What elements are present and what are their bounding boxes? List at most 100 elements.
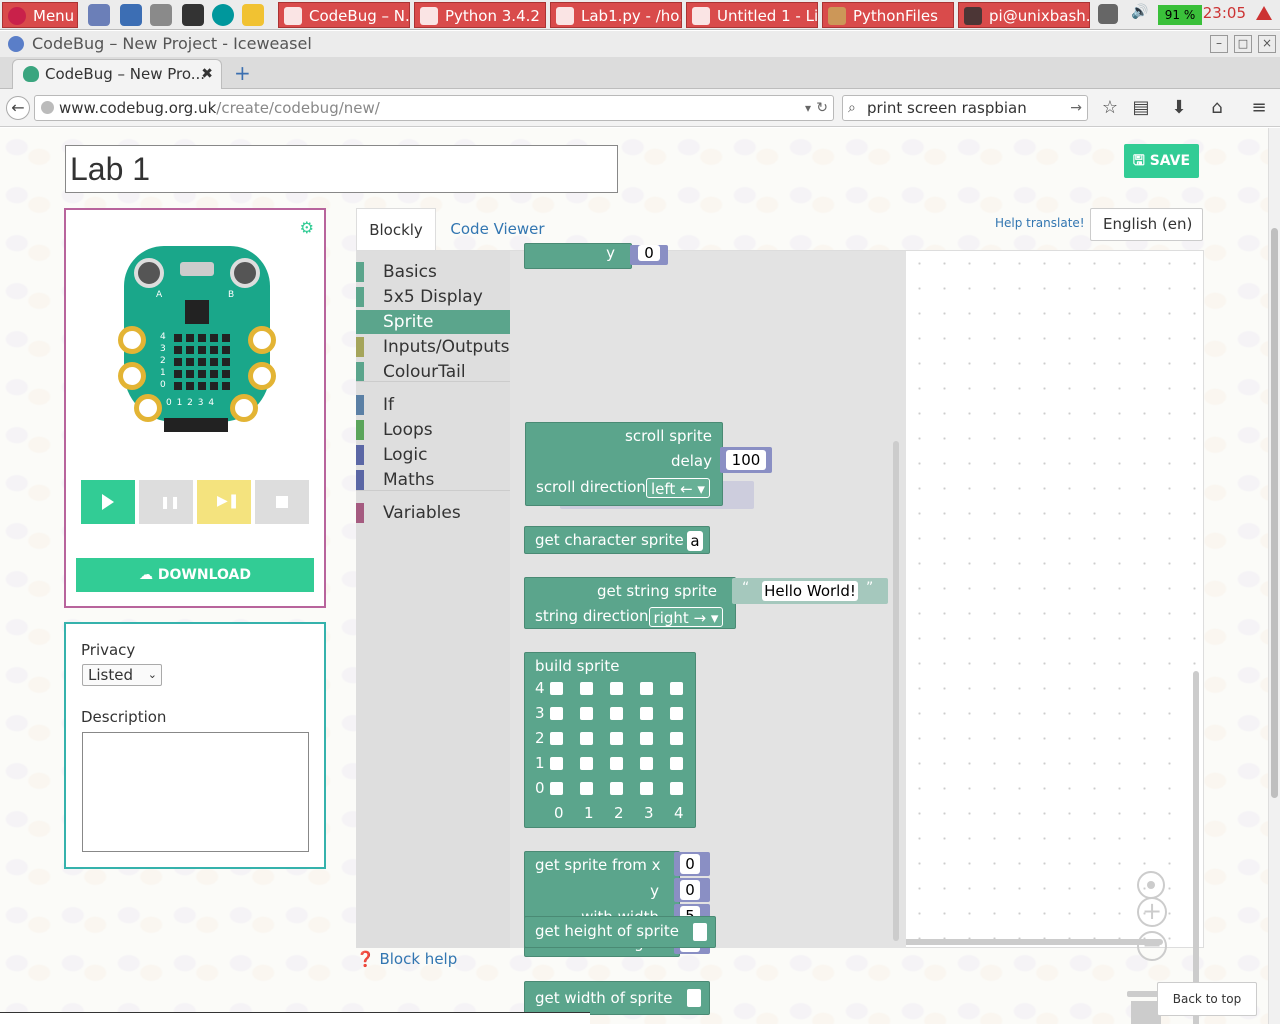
play-button[interactable] <box>81 480 135 524</box>
search-input[interactable]: ⌕ print screen raspbian → <box>842 95 1088 121</box>
pixel-checkbox[interactable] <box>580 707 593 720</box>
back-to-top-button[interactable]: Back to top <box>1157 982 1257 1016</box>
category-inputs-outputs[interactable]: Inputs/Outputs <box>356 335 510 359</box>
home-icon[interactable]: ⌂ <box>1206 97 1228 118</box>
close-icon[interactable]: × <box>1258 35 1276 53</box>
file-manager-icon[interactable] <box>150 4 172 26</box>
pause-button[interactable]: ❚❚ <box>139 480 193 524</box>
pixel-checkbox[interactable] <box>580 782 593 795</box>
pixel-checkbox[interactable] <box>550 732 563 745</box>
arduino-icon[interactable] <box>212 4 234 26</box>
flyout-scrollbar[interactable] <box>893 441 899 941</box>
save-button[interactable]: 🖫 SAVE <box>1124 144 1199 178</box>
description-textarea[interactable] <box>82 732 309 852</box>
scrollbar-thumb[interactable] <box>1271 228 1278 798</box>
block-partial-y[interactable]: y <box>524 243 632 269</box>
block-get-height-of-sprite[interactable]: get height of sprite <box>524 916 716 948</box>
pixel-checkbox[interactable] <box>670 682 683 695</box>
download-button[interactable]: ☁ DOWNLOAD <box>76 558 314 592</box>
category-loops[interactable]: Loops <box>356 418 510 442</box>
pixel-checkbox[interactable] <box>640 732 653 745</box>
taskbar-window-4[interactable]: PythonFiles <box>822 2 954 28</box>
help-translate-link[interactable]: Help translate! <box>995 216 1085 230</box>
python-icon[interactable] <box>242 4 264 26</box>
page-scrollbar[interactable] <box>1268 128 1280 1024</box>
pixel-checkbox[interactable] <box>550 682 563 695</box>
search-go-icon[interactable]: → <box>1070 96 1082 120</box>
menu-button[interactable]: Menu <box>2 2 78 28</box>
taskbar-window-1[interactable]: Python 3.4.2 ... <box>414 2 546 28</box>
recenter-icon[interactable] <box>1137 871 1165 899</box>
zoom-in-icon[interactable]: + <box>1137 897 1167 927</box>
pixel-checkbox[interactable] <box>670 707 683 720</box>
pixel-checkbox[interactable] <box>610 732 623 745</box>
x-value[interactable]: 0 <box>680 854 700 874</box>
string-value[interactable]: Hello World! <box>762 581 858 601</box>
bookmark-star-icon[interactable]: ☆ <box>1099 97 1121 118</box>
pixel-checkbox[interactable] <box>610 782 623 795</box>
pixel-checkbox[interactable] <box>670 732 683 745</box>
minimize-icon[interactable]: – <box>1210 35 1228 53</box>
download-arrow-icon[interactable]: ⬇ <box>1168 97 1190 118</box>
category-basics[interactable]: Basics <box>356 260 510 284</box>
category-5x5-display[interactable]: 5x5 Display <box>356 285 510 309</box>
pixel-checkbox[interactable] <box>580 732 593 745</box>
pixel-checkbox[interactable] <box>640 757 653 770</box>
tab-close-icon[interactable]: ✖ <box>201 60 213 88</box>
block-scroll-sprite[interactable]: scroll sprite delay scroll direction lef… <box>525 422 723 506</box>
pixel-checkbox[interactable] <box>550 707 563 720</box>
reading-list-icon[interactable]: ▤ <box>1130 97 1152 118</box>
maximize-icon[interactable]: □ <box>1234 35 1252 53</box>
zoom-out-icon[interactable]: − <box>1137 931 1167 961</box>
gear-icon[interactable]: ⚙ <box>300 218 314 237</box>
pixel-checkbox[interactable] <box>610 707 623 720</box>
pixel-checkbox[interactable] <box>670 757 683 770</box>
network-icon[interactable] <box>1098 4 1118 24</box>
block-get-width-of-sprite[interactable]: get width of sprite <box>524 981 710 1015</box>
pixel-checkbox[interactable] <box>580 757 593 770</box>
pixel-checkbox[interactable] <box>640 782 653 795</box>
pixel-checkbox[interactable] <box>580 682 593 695</box>
terminal-icon[interactable] <box>182 4 204 26</box>
pixel-checkbox[interactable] <box>670 782 683 795</box>
button-b[interactable] <box>230 258 260 288</box>
category-logic[interactable]: Logic <box>356 443 510 467</box>
category-maths[interactable]: Maths <box>356 468 510 492</box>
stop-button[interactable] <box>255 480 309 524</box>
category-sprite[interactable]: Sprite <box>356 310 510 334</box>
button-a[interactable] <box>134 258 164 288</box>
taskbar-window-5[interactable]: pi@unixbash... <box>958 2 1090 28</box>
block-help-link[interactable]: ❓ Block help <box>356 950 457 968</box>
pixel-checkbox[interactable] <box>610 757 623 770</box>
y-value[interactable]: 0 <box>680 880 700 900</box>
scroll-direction-dropdown[interactable]: left ← ▾ <box>646 478 710 498</box>
pixel-checkbox[interactable] <box>550 757 563 770</box>
pixel-checkbox[interactable] <box>640 682 653 695</box>
pixel-checkbox[interactable] <box>640 707 653 720</box>
block-get-string-sprite[interactable]: get string sprite string direction right… <box>524 577 736 629</box>
category-variables[interactable]: Variables <box>356 501 510 525</box>
partial-y-value[interactable]: 0 <box>638 245 660 261</box>
workspace-vscroll[interactable] <box>1193 671 1199 1024</box>
eject-icon[interactable] <box>1256 6 1272 20</box>
taskbar-window-3[interactable]: Untitled 1 - Li... <box>686 2 818 28</box>
block-build-sprite[interactable]: build sprite 4321001234 <box>524 652 696 828</box>
url-bar[interactable]: www.codebug.org.uk/create/codebug/new/ ▾… <box>34 95 834 121</box>
volume-icon[interactable]: 🔊 <box>1128 4 1152 24</box>
string-direction-dropdown[interactable]: right → ▾ <box>649 607 723 627</box>
browser-launcher-icon[interactable] <box>88 4 110 26</box>
chevron-down-icon[interactable]: ▾ <box>805 96 811 120</box>
block-get-character-sprite[interactable]: get character sprite a <box>524 526 710 554</box>
character-value[interactable]: a <box>687 531 703 551</box>
new-tab-icon[interactable]: + <box>234 61 251 85</box>
reload-icon[interactable]: ↻ <box>816 96 828 120</box>
language-select[interactable]: English (en) ▼ <box>1090 208 1203 263</box>
pixel-checkbox[interactable] <box>550 782 563 795</box>
text-block[interactable]: “ Hello World! ” <box>732 578 888 604</box>
tab-codebug[interactable]: CodeBug – New Pro... ✖ <box>12 59 222 89</box>
back-icon[interactable]: ← <box>6 96 30 120</box>
step-button[interactable]: ▶❚ <box>197 480 251 524</box>
privacy-select[interactable]: Listed ⌄ <box>82 664 162 686</box>
taskbar-window-0[interactable]: CodeBug – N... <box>278 2 410 28</box>
pixel-checkbox[interactable] <box>610 682 623 695</box>
